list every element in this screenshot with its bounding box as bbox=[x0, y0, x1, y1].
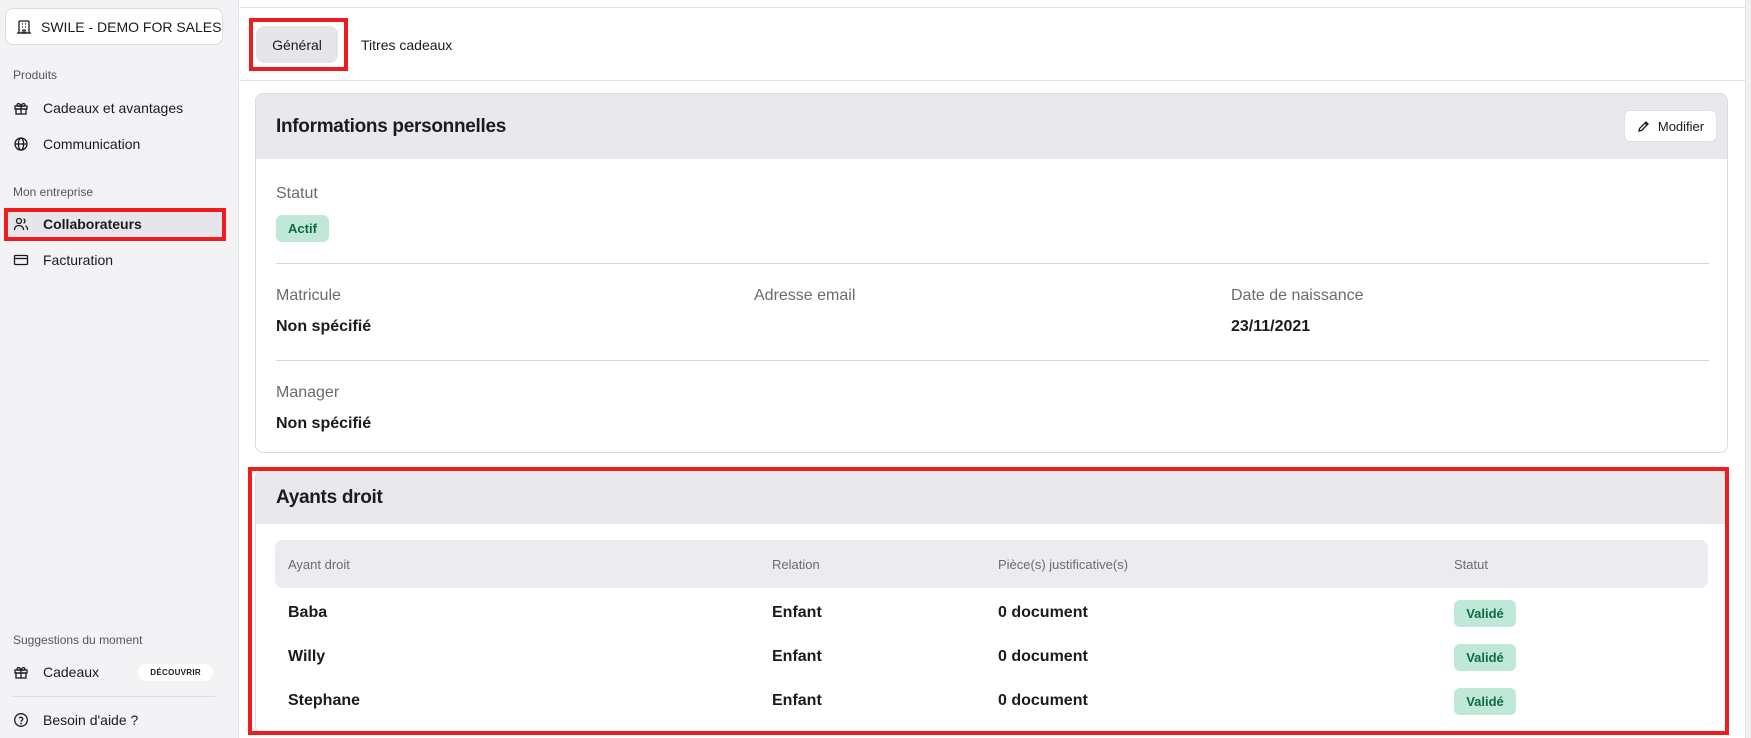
sidebar-item-communication[interactable]: Communication bbox=[5, 128, 223, 160]
section-produits: Produits bbox=[13, 68, 58, 82]
manager-value: Non spécifié bbox=[276, 415, 372, 432]
top-divider bbox=[240, 7, 1745, 8]
divider bbox=[276, 360, 1709, 361]
sidebar-item-collaborateurs[interactable]: Collaborateurs bbox=[5, 208, 223, 240]
divider bbox=[276, 263, 1709, 264]
beneficiary-name[interactable]: Stephane bbox=[288, 692, 360, 710]
sidebar-item-label: Cadeaux bbox=[43, 664, 100, 680]
pencil-icon bbox=[1637, 120, 1650, 133]
tab-titres-cadeaux[interactable]: Titres cadeaux bbox=[361, 26, 452, 63]
birthdate-value: 23/11/2021 bbox=[1231, 318, 1311, 335]
scrollbar[interactable] bbox=[1745, 0, 1751, 738]
tab-general[interactable]: Général bbox=[256, 26, 338, 63]
company-name: SWILE - DEMO FOR SALES bbox=[41, 18, 222, 35]
tabs-divider bbox=[240, 80, 1745, 81]
column-header-ayant-droit: Ayant droit bbox=[288, 557, 350, 572]
column-header-relation: Relation bbox=[772, 557, 820, 572]
sidebar-item-label: Communication bbox=[43, 136, 141, 152]
matricule-value: Non spécifié bbox=[276, 318, 372, 335]
manager-label: Manager bbox=[276, 384, 340, 401]
building-icon bbox=[16, 19, 32, 35]
personal-info-title: Informations personnelles bbox=[256, 94, 1727, 159]
sidebar-item-label: Collaborateurs bbox=[43, 216, 142, 232]
matricule-label: Matricule bbox=[276, 287, 341, 304]
beneficiary-documents: 0 document bbox=[998, 604, 1088, 621]
beneficiary-documents: 0 document bbox=[998, 648, 1088, 665]
gift-icon bbox=[13, 664, 29, 680]
status-badge: Validé bbox=[1454, 688, 1516, 715]
beneficiary-relation: Enfant bbox=[772, 692, 822, 709]
beneficiary-name[interactable]: Baba bbox=[288, 604, 327, 622]
card-icon bbox=[13, 252, 29, 268]
sidebar-item-label: Besoin d'aide ? bbox=[43, 712, 139, 728]
table-header bbox=[275, 540, 1708, 588]
company-switcher[interactable]: SWILE - DEMO FOR SALES bbox=[5, 8, 223, 45]
column-header-statut: Statut bbox=[1454, 557, 1488, 572]
status-badge: Validé bbox=[1454, 600, 1516, 627]
beneficiary-name[interactable]: Willy bbox=[288, 648, 325, 666]
sidebar: SWILE - DEMO FOR SALES Produits Cadeaux … bbox=[0, 0, 239, 738]
users-icon bbox=[13, 216, 29, 232]
beneficiary-documents: 0 document bbox=[998, 692, 1088, 709]
sidebar-item-cadeaux-avantages[interactable]: Cadeaux et avantages bbox=[5, 92, 223, 124]
email-label: Adresse email bbox=[754, 287, 856, 304]
statut-label: Statut bbox=[276, 185, 318, 202]
section-suggestions: Suggestions du moment bbox=[13, 633, 143, 647]
sidebar-item-help[interactable]: Besoin d'aide ? bbox=[5, 704, 223, 736]
personal-info-card: Informations personnelles Modifier bbox=[255, 93, 1728, 453]
edit-button-label: Modifier bbox=[1657, 118, 1705, 134]
decouvrir-badge[interactable]: DÉCOUVRIR bbox=[138, 663, 213, 681]
beneficiaries-title: Ayants droit bbox=[256, 471, 1727, 524]
sidebar-divider bbox=[13, 696, 215, 697]
section-mon-entreprise: Mon entreprise bbox=[13, 185, 94, 199]
sidebar-item-label: Facturation bbox=[43, 252, 114, 268]
birthdate-label: Date de naissance bbox=[1231, 287, 1364, 304]
sidebar-item-cadeaux-suggestion[interactable]: Cadeaux DÉCOUVRIR bbox=[5, 656, 223, 688]
beneficiary-relation: Enfant bbox=[772, 604, 822, 621]
globe-icon bbox=[13, 136, 29, 152]
column-header-pieces: Pièce(s) justificative(s) bbox=[998, 557, 1129, 572]
status-badge: Actif bbox=[276, 215, 329, 242]
edit-button[interactable]: Modifier bbox=[1624, 110, 1717, 142]
gift-icon bbox=[13, 100, 29, 116]
status-badge: Validé bbox=[1454, 644, 1516, 671]
beneficiary-relation: Enfant bbox=[772, 648, 822, 665]
help-circle-icon bbox=[13, 712, 29, 728]
sidebar-item-facturation[interactable]: Facturation bbox=[5, 244, 223, 276]
sidebar-item-label: Cadeaux et avantages bbox=[43, 100, 184, 116]
